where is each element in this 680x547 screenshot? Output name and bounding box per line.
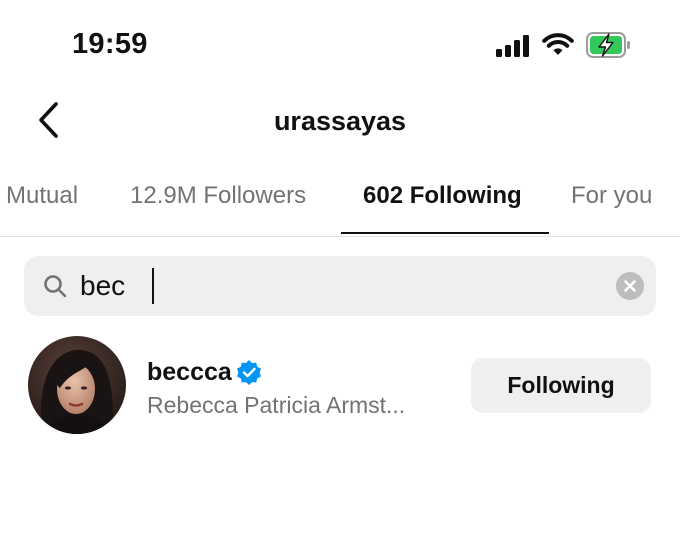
result-username: beccca (147, 358, 232, 386)
search-bar[interactable] (24, 256, 656, 316)
cellular-signal-icon (496, 35, 529, 57)
active-tab-indicator (341, 232, 549, 234)
search-input[interactable] (80, 266, 600, 306)
profile-username-title: urassayas (273, 106, 407, 136)
tab-for-you[interactable]: For you (571, 182, 652, 234)
search-icon (44, 275, 67, 298)
user-list-item[interactable]: beccca Rebecca Patricia Armst... Followi… (0, 334, 680, 438)
status-time: 19:59 (72, 28, 148, 60)
avatar[interactable] (28, 336, 126, 434)
tab-mutual[interactable]: Mutual (6, 182, 78, 234)
text-caret (152, 268, 154, 304)
profile-tabs: Mutual 12.9M Followers 602 Following For… (0, 182, 680, 237)
tab-followers[interactable]: 12.9M Followers (130, 182, 306, 234)
following-search-screen: 19:59 urassayas Mutual 12.9M Followers 6… (0, 0, 680, 547)
following-button[interactable]: Following (471, 358, 651, 413)
wifi-icon (542, 33, 574, 55)
tab-following[interactable]: 602 Following (363, 182, 522, 234)
clear-search-button[interactable] (616, 272, 644, 300)
clear-icon (624, 280, 636, 292)
result-full-name: Rebecca Patricia Armst... (147, 392, 406, 418)
battery-charging-icon (586, 32, 630, 58)
verified-badge-icon (237, 360, 261, 385)
